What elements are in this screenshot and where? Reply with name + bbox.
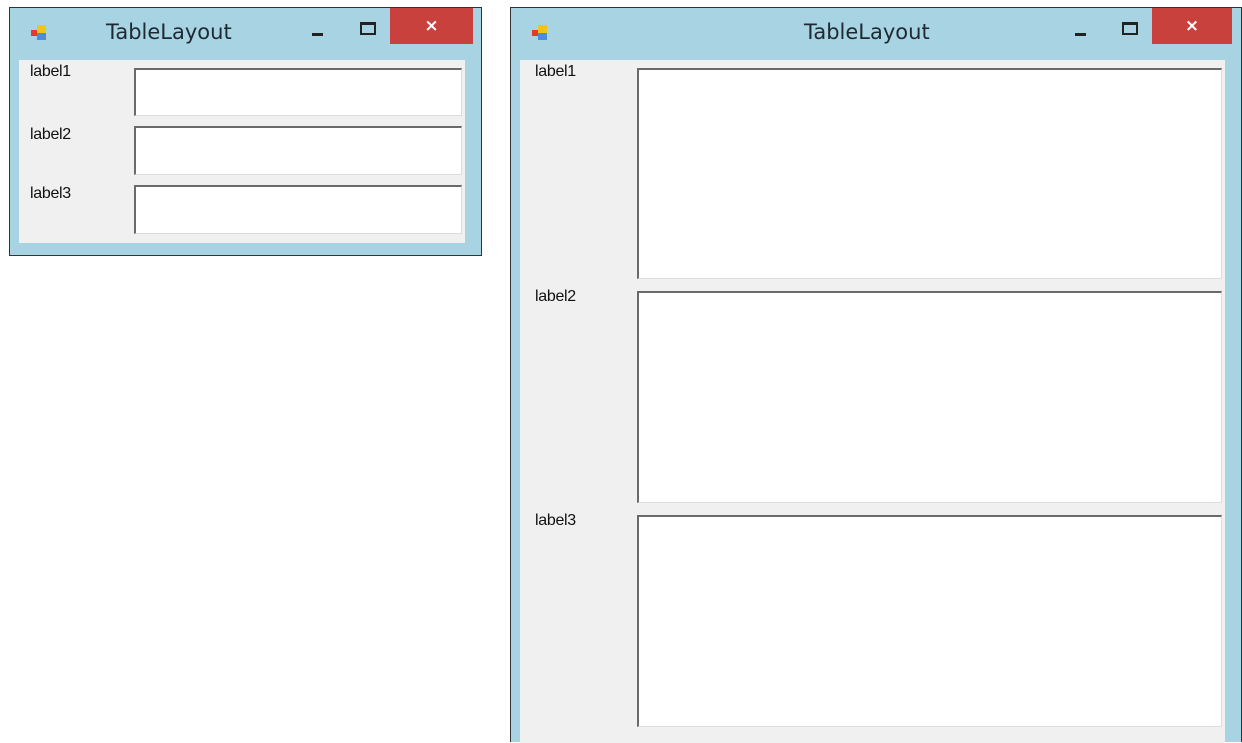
title-bar[interactable]: TableLayout × [10,8,481,52]
label-2: label2 [535,288,576,305]
maximize-icon [1122,22,1138,35]
close-button[interactable]: × [390,8,473,44]
tablelayout-window-large: TableLayout × label1 label2 label3 [510,7,1242,743]
minimize-icon [312,33,323,36]
application-icon[interactable] [532,25,550,43]
maximize-button[interactable] [352,16,382,40]
maximize-button[interactable] [1114,16,1144,40]
close-icon: × [1184,16,1200,36]
close-icon: × [424,16,439,36]
textbox-1[interactable] [637,68,1222,279]
minimize-button[interactable] [302,20,332,44]
minimize-icon [1075,33,1086,36]
close-button[interactable]: × [1152,8,1232,44]
tablelayout-window-small: TableLayout × label1 label2 label3 [9,7,482,256]
minimize-button[interactable] [1065,20,1095,44]
textbox-1[interactable] [134,68,462,116]
window-title: TableLayout [106,20,232,44]
label-2: label2 [30,126,71,143]
textbox-2[interactable] [637,291,1222,503]
application-icon[interactable] [31,25,49,43]
table-layout-panel: label1 label2 label3 [19,60,465,243]
maximize-icon [360,22,376,35]
window-title: TableLayout [804,20,930,44]
label-3: label3 [535,512,576,529]
textbox-3[interactable] [134,185,462,234]
title-bar[interactable]: TableLayout × [511,8,1241,52]
label-1: label1 [30,63,71,80]
table-layout-panel: label1 label2 label3 [520,60,1225,743]
label-3: label3 [30,185,71,202]
textbox-2[interactable] [134,126,462,175]
textbox-3[interactable] [637,515,1222,727]
label-1: label1 [535,63,576,80]
